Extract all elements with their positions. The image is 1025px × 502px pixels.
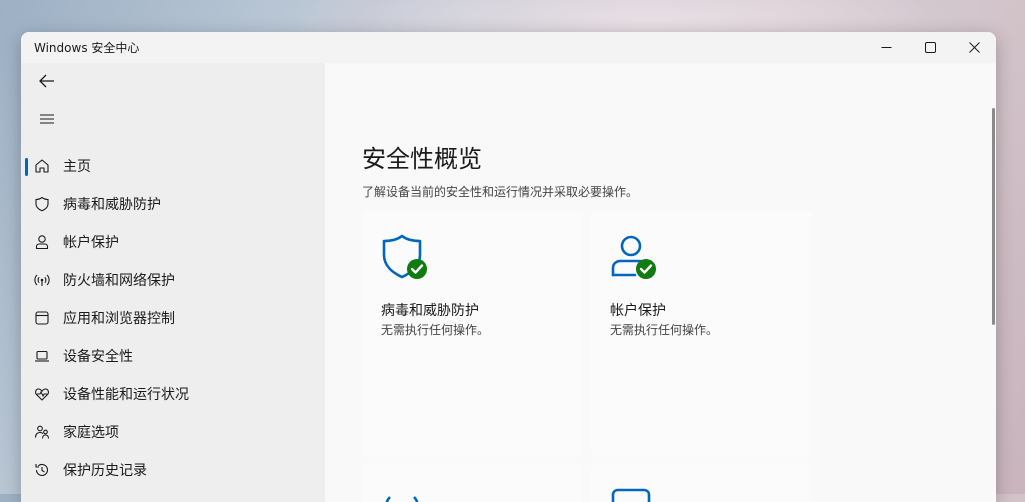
maximize-icon <box>924 42 936 53</box>
nav-item-label: 防火墙和网络保护 <box>63 273 175 289</box>
back-arrow-icon <box>39 74 54 88</box>
home-icon <box>34 158 50 174</box>
laptop-icon <box>34 348 50 364</box>
family-icon <box>34 424 50 440</box>
nav-item-label: 主页 <box>63 159 91 175</box>
nav-item-label: 设备性能和运行状况 <box>63 387 189 403</box>
account-check-icon <box>611 235 656 279</box>
nav-item-label: 帐户保护 <box>63 235 119 251</box>
person-icon <box>34 234 50 250</box>
card-firewall-partial[interactable] <box>362 463 583 502</box>
nav-item-device-security[interactable]: 设备安全性 <box>25 339 321 373</box>
nav-item-label: 病毒和威胁防护 <box>63 197 161 213</box>
shield-icon <box>34 196 50 212</box>
nav-item-account-protection[interactable]: 帐户保护 <box>25 225 321 259</box>
window-controls <box>864 32 996 63</box>
app-window-icon <box>34 310 50 326</box>
nav-item-virus-protection[interactable]: 病毒和威胁防护 <box>25 187 321 221</box>
wireless-signal-icon <box>34 272 50 288</box>
title-bar[interactable]: Windows 安全中心 <box>21 32 996 63</box>
window-title: Windows 安全中心 <box>34 41 140 55</box>
nav-item-label: 设备安全性 <box>63 349 133 365</box>
page-subtitle: 了解设备当前的安全性和运行情况并采取必要操作。 <box>362 185 639 199</box>
nav-item-protection-history[interactable]: 保护历史记录 <box>25 453 321 487</box>
app-window: Windows 安全中心 主页 病毒和威胁防护 帐户保护 防火墙和网络保护 应用… <box>21 32 996 502</box>
back-button[interactable] <box>29 65 65 97</box>
history-icon <box>34 462 50 478</box>
minimize-button[interactable] <box>864 32 908 63</box>
shield-check-icon <box>382 234 427 279</box>
menu-toggle-button[interactable] <box>29 103 65 135</box>
card-title: 帐户保护 <box>610 303 666 319</box>
selected-indicator <box>25 158 28 176</box>
minimize-icon <box>881 47 891 48</box>
card-title: 病毒和威胁防护 <box>381 303 479 319</box>
card-account-protection[interactable]: 帐户保护 无需执行任何操作。 <box>591 211 812 456</box>
close-button[interactable] <box>952 32 996 63</box>
nav-item-family-options[interactable]: 家庭选项 <box>25 415 321 449</box>
nav-item-device-performance[interactable]: 设备性能和运行状况 <box>25 377 321 411</box>
page-title: 安全性概览 <box>362 145 482 173</box>
card-virus-protection[interactable]: 病毒和威胁防护 无需执行任何操作。 <box>362 211 583 456</box>
nav-item-home[interactable]: 主页 <box>25 149 321 183</box>
maximize-button[interactable] <box>908 32 952 63</box>
nav-item-firewall[interactable]: 防火墙和网络保护 <box>25 263 321 297</box>
nav-item-label: 保护历史记录 <box>63 463 147 479</box>
card-status: 无需执行任何操作。 <box>610 323 719 337</box>
main-content: 安全性概览 了解设备当前的安全性和运行情况并采取必要操作。 病毒和威胁防护 无需… <box>325 63 996 502</box>
scrollbar[interactable] <box>992 108 995 325</box>
hamburger-menu-icon <box>40 114 54 124</box>
wireless-signal-icon <box>385 496 419 502</box>
close-icon <box>968 42 980 53</box>
card-app-control-partial[interactable] <box>591 463 812 502</box>
nav-item-label: 家庭选项 <box>63 425 119 441</box>
navigation-sidebar: 主页 病毒和威胁防护 帐户保护 防火墙和网络保护 应用和浏览器控制 设备安全性 … <box>21 63 325 502</box>
nav-item-label: 应用和浏览器控制 <box>63 311 175 327</box>
heart-pulse-icon <box>34 386 50 402</box>
nav-item-app-browser-control[interactable]: 应用和浏览器控制 <box>25 301 321 335</box>
app-window-icon <box>611 488 651 502</box>
card-status: 无需执行任何操作。 <box>381 323 490 337</box>
